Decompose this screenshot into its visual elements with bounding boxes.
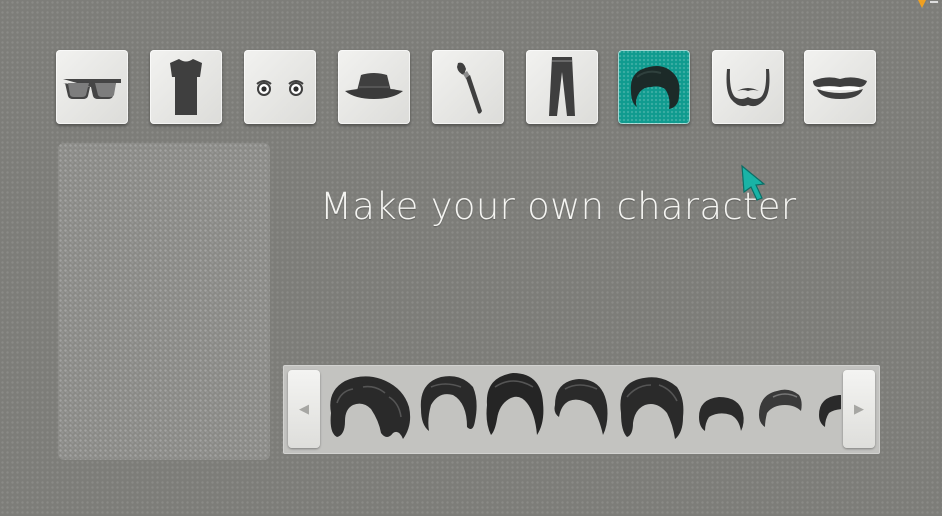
tab-shirt[interactable] [150, 50, 222, 124]
hair-option-swept-bob[interactable] [417, 373, 479, 437]
category-toolbar [56, 50, 882, 128]
hair-option-wavy-bob[interactable] [615, 373, 687, 443]
beard-icon [726, 69, 770, 107]
tab-hair[interactable] [618, 50, 690, 124]
chevron-left-icon: ◀ [299, 401, 309, 417]
sunglasses-icon [63, 79, 121, 99]
tshirt-icon [170, 59, 202, 115]
hair-style-carousel: ◀ ▶ [283, 365, 880, 454]
hair-option-short-partial[interactable] [815, 391, 841, 431]
tab-brush[interactable] [432, 50, 504, 124]
corner-badge-icon [918, 0, 938, 8]
chevron-right-icon: ▶ [854, 401, 864, 417]
tab-beard[interactable] [712, 50, 784, 124]
mouse-cursor-icon [741, 164, 766, 201]
paintbrush-icon [457, 62, 482, 114]
hair-option-side-part-bob[interactable] [551, 375, 611, 439]
eyes-icon [256, 80, 304, 96]
tab-hat[interactable] [338, 50, 410, 124]
hair-option-short-crop[interactable] [695, 393, 747, 435]
pants-icon [549, 57, 575, 116]
hat-icon [345, 73, 403, 99]
mouth-icon [813, 77, 867, 99]
hair-option-quiff[interactable] [755, 385, 805, 431]
character-preview-panel [58, 143, 270, 460]
carousel-prev-button[interactable]: ◀ [288, 370, 320, 448]
hair-option-curly-long[interactable] [323, 373, 413, 443]
tab-pants[interactable] [526, 50, 598, 124]
hair-icon [630, 66, 680, 109]
tab-glasses[interactable] [56, 50, 128, 124]
carousel-next-button[interactable]: ▶ [843, 370, 875, 448]
tab-eyes[interactable] [244, 50, 316, 124]
hair-options-list [323, 365, 841, 454]
tab-mouth[interactable] [804, 50, 876, 124]
hair-option-full-bob[interactable] [483, 369, 545, 439]
